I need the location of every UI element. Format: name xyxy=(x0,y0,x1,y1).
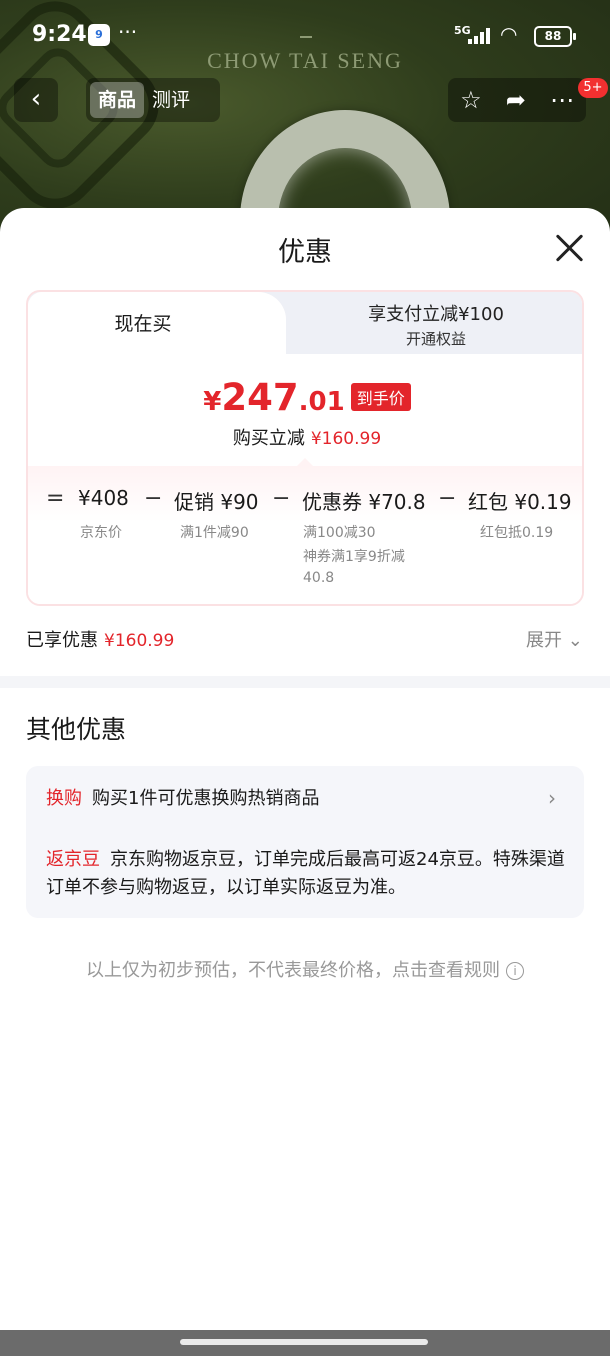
enjoyed-label: 已享优惠 xyxy=(26,630,98,651)
nav-actions: ☆ ➦ ⋯ xyxy=(448,78,586,122)
signal-icon xyxy=(468,28,492,44)
enjoyed-amount: ¥160.99 xyxy=(104,631,175,651)
trade-in-text: 购买1件可优惠换购热销商品 xyxy=(92,788,320,809)
final-price: ¥247.01 到手价 xyxy=(28,376,582,419)
trade-in-offer[interactable]: 换购 购买1件可优惠换购热销商品 xyxy=(46,784,319,810)
notification-app-icon: 9 xyxy=(88,24,110,46)
info-icon[interactable]: i xyxy=(506,962,524,980)
wifi-icon: ◠ xyxy=(500,22,518,46)
breakdown-coupon-sub2: 神券满1享9折减 xyxy=(303,549,405,565)
trade-in-tag: 换购 xyxy=(46,788,82,809)
price-card: 现在买 享支付立减¥100 开通权益 ¥247.01 到手价 购买立减 ¥160.9… xyxy=(26,290,584,606)
breakdown-red-packet-sub: 红包抵0.19 xyxy=(480,525,554,541)
tab-product[interactable]: 商品 xyxy=(90,82,145,118)
expand-label: 展开 xyxy=(526,630,562,651)
price-decimal: .01 xyxy=(298,387,345,417)
jd-bean-offer: 返京豆 京东购物返京豆，订单完成后最高可返24京豆。特殊渠道订单不参与购物返豆，以… xyxy=(46,846,566,902)
reduction-amount: ¥160.99 xyxy=(310,429,382,449)
more-icon[interactable]: ⋯ xyxy=(550,86,574,114)
pay-discount-title: 享支付立减¥100 xyxy=(368,304,504,325)
tab-buy-now[interactable]: 现在买 xyxy=(28,292,286,356)
status-bar: 9:24 9 ··· 5G ◠ 88 xyxy=(0,0,610,70)
message-badge: 5+ xyxy=(578,78,608,98)
price-breakdown: = ¥408 京东价 − 促销 ¥90 满1件减90 − 优惠券 ¥70.8 满… xyxy=(28,466,582,604)
breakdown-coupon-sub3: 40.8 xyxy=(303,570,335,586)
equals-sign: = xyxy=(46,486,65,511)
purchase-reduction: 购买立减 ¥160.99 xyxy=(28,424,582,450)
breakdown-coupon: 优惠券 ¥70.8 xyxy=(302,490,426,514)
chevron-down-icon: ⌄ xyxy=(562,630,583,651)
price-integer: 247 xyxy=(221,376,299,419)
close-icon[interactable] xyxy=(552,230,588,266)
home-indicator[interactable] xyxy=(180,1339,428,1345)
chevron-left-icon: ‹ xyxy=(30,84,42,114)
breakdown-promotion-sub: 满1件减90 xyxy=(180,525,249,541)
jd-bean-text: 京东购物返京豆，订单完成后最高可返24京豆。特殊渠道订单不参与购物返豆，以订单实… xyxy=(46,849,565,898)
other-offers-title: 其他优惠 xyxy=(26,715,127,744)
more-notifications-icon: ··· xyxy=(118,20,138,44)
minus-sign: − xyxy=(272,486,291,511)
expand-button[interactable]: 展开 ⌄ xyxy=(526,626,583,652)
share-icon[interactable]: ➦ xyxy=(506,86,526,114)
pay-discount-sub: 开通权益 xyxy=(405,330,466,348)
price-disclaimer[interactable]: 以上仅为初步预估，不代表最终价格，点击查看规则 i xyxy=(0,956,610,982)
nav-tabs: 商品 测评 xyxy=(86,78,220,122)
tab-pay-discount[interactable]: 享支付立减¥100 开通权益 xyxy=(286,300,582,349)
tab-review[interactable]: 测评 xyxy=(144,82,198,118)
status-time: 9:24 xyxy=(32,22,87,47)
reduction-label: 购买立减 xyxy=(232,428,305,449)
breakdown-red-packet: 红包 ¥0.19 xyxy=(468,490,572,514)
breakdown-promotion: 促销 ¥90 xyxy=(174,490,259,514)
other-offers-card: 换购 购买1件可优惠换购热销商品 › 返京豆 京东购物返京豆，订单完成后最高可返24… xyxy=(26,766,584,918)
minus-sign: − xyxy=(438,486,457,511)
final-price-tag: 到手价 xyxy=(350,383,411,411)
star-icon[interactable]: ☆ xyxy=(460,86,482,114)
battery-icon: 88 xyxy=(534,26,576,47)
price-currency: ¥ xyxy=(203,387,222,417)
breakdown-jd-price: ¥408 xyxy=(78,486,129,510)
back-button[interactable]: ‹ xyxy=(14,78,58,122)
section-divider xyxy=(0,676,610,688)
breakdown-coupon-sub: 满100减30 xyxy=(303,525,376,541)
discount-sheet: 优惠 现在买 享支付立减¥100 开通权益 ¥247.01 到手价 购买立减 ¥16… xyxy=(0,208,610,1356)
minus-sign: − xyxy=(144,486,163,511)
disclaimer-text: 以上仅为初步预估，不代表最终价格，点击查看规则 xyxy=(86,960,500,981)
sheet-title: 优惠 xyxy=(278,237,332,268)
chevron-right-icon[interactable]: › xyxy=(548,786,556,810)
breakdown-jd-price-sub: 京东价 xyxy=(80,525,122,541)
jd-bean-tag: 返京豆 xyxy=(46,849,100,870)
enjoyed-discount: 已享优惠 ¥160.99 xyxy=(26,626,174,652)
